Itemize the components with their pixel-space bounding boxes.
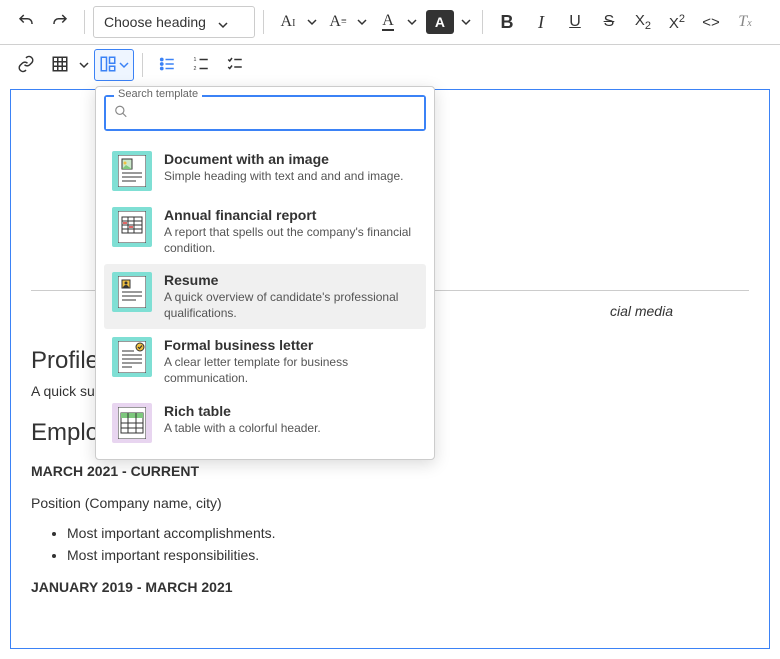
toolbar: Choose heading AI A≡ A A: [0, 0, 780, 45]
font-family-button[interactable]: A≡: [322, 6, 354, 38]
undo-button[interactable]: [10, 6, 42, 38]
separator: [84, 10, 85, 34]
template-desc: A clear letter template for business com…: [164, 355, 418, 386]
bold-button[interactable]: B: [491, 6, 523, 38]
chevron-down-icon[interactable]: [354, 17, 370, 27]
template-thumb-icon: [112, 403, 152, 443]
italic-icon: I: [538, 12, 544, 33]
strikethrough-button[interactable]: S: [593, 6, 625, 38]
template-name: Resume: [164, 272, 418, 288]
svg-text:2: 2: [194, 66, 197, 72]
code-button[interactable]: <>: [695, 6, 727, 38]
font-family-icon: A≡: [329, 13, 346, 31]
undo-icon: [17, 12, 35, 33]
search-field-wrap: Search template: [104, 95, 426, 131]
template-list: Document with an image Simple heading wi…: [104, 143, 426, 451]
numbered-list-button[interactable]: 12: [185, 49, 217, 81]
clear-format-button[interactable]: Tx: [729, 6, 761, 38]
link-button[interactable]: [10, 49, 42, 81]
position-line[interactable]: Position (Company name, city): [31, 495, 749, 511]
todo-list-icon: [226, 55, 244, 76]
template-item-resume[interactable]: Resume A quick overview of candidate's p…: [104, 264, 426, 329]
list-item[interactable]: Most important responsibilities.: [67, 547, 749, 563]
superscript-icon: X2: [669, 13, 685, 32]
superscript-button[interactable]: X2: [661, 6, 693, 38]
underline-icon: U: [569, 13, 581, 31]
template-thumb-icon: [112, 151, 152, 191]
font-color-button[interactable]: A: [372, 6, 404, 38]
font-size-button[interactable]: AI: [272, 6, 304, 38]
toolbar-row-2: 12: [0, 45, 780, 89]
chevron-down-icon: [119, 57, 129, 73]
table-button[interactable]: [44, 49, 76, 81]
link-icon: [17, 55, 35, 76]
table-icon: [51, 55, 69, 76]
date-range-2[interactable]: JANUARY 2019 - MARCH 2021: [31, 579, 749, 595]
separator: [482, 10, 483, 34]
template-desc: Simple heading with text and and and ima…: [164, 169, 418, 185]
underline-button[interactable]: U: [559, 6, 591, 38]
date-range-1[interactable]: MARCH 2021 - CURRENT: [31, 463, 749, 479]
template-desc: A report that spells out the company's f…: [164, 225, 418, 256]
separator: [263, 10, 264, 34]
redo-button[interactable]: [44, 6, 76, 38]
template-name: Document with an image: [164, 151, 418, 167]
template-icon: [99, 55, 117, 76]
editor-canvas[interactable]: Search template Document with an image S…: [10, 89, 770, 649]
separator: [142, 53, 143, 77]
template-desc: A table with a colorful header.: [164, 421, 418, 437]
template-thumb-icon: [112, 337, 152, 377]
template-name: Annual financial report: [164, 207, 418, 223]
template-name: Rich table: [164, 403, 418, 419]
highlight-icon: A: [426, 10, 454, 34]
bullet-list[interactable]: Most important accomplishments. Most imp…: [31, 525, 749, 563]
bullet-list-button[interactable]: [151, 49, 183, 81]
italic-button[interactable]: I: [525, 6, 557, 38]
template-item-letter[interactable]: Formal business letter A clear letter te…: [104, 329, 426, 394]
template-button[interactable]: [94, 49, 134, 81]
template-item-financial[interactable]: Annual financial report A report that sp…: [104, 199, 426, 264]
subscript-button[interactable]: X2: [627, 6, 659, 38]
heading-label: Choose heading: [104, 14, 206, 30]
todo-list-button[interactable]: [219, 49, 251, 81]
bullet-list-icon: [158, 55, 176, 76]
chevron-down-icon[interactable]: [76, 60, 92, 70]
template-desc: A quick overview of candidate's professi…: [164, 290, 418, 321]
chevron-down-icon: [218, 17, 228, 27]
search-icon: [114, 105, 128, 122]
bold-icon: B: [500, 12, 513, 33]
chevron-down-icon[interactable]: [304, 17, 320, 27]
search-input[interactable]: [106, 97, 424, 129]
chevron-down-icon[interactable]: [458, 17, 474, 27]
strikethrough-icon: S: [604, 13, 615, 31]
subscript-icon: X2: [635, 12, 651, 32]
template-thumb-icon: [112, 272, 152, 312]
code-icon: <>: [702, 14, 720, 31]
template-dropdown: Search template Document with an image S…: [95, 86, 435, 460]
template-name: Formal business letter: [164, 337, 418, 353]
clear-format-icon: Tx: [738, 13, 751, 31]
svg-text:1: 1: [194, 57, 197, 63]
heading-dropdown[interactable]: Choose heading: [93, 6, 255, 38]
template-thumb-icon: [112, 207, 152, 247]
numbered-list-icon: 12: [192, 55, 210, 76]
highlight-button[interactable]: A: [422, 6, 458, 38]
list-item[interactable]: Most important accomplishments.: [67, 525, 749, 541]
redo-icon: [51, 12, 69, 33]
font-color-icon: A: [382, 13, 394, 31]
template-item-image-doc[interactable]: Document with an image Simple heading wi…: [104, 143, 426, 199]
chevron-down-icon[interactable]: [404, 17, 420, 27]
template-item-rich-table[interactable]: Rich table A table with a colorful heade…: [104, 395, 426, 451]
font-size-icon: AI: [281, 13, 296, 31]
search-legend: Search template: [114, 88, 202, 100]
